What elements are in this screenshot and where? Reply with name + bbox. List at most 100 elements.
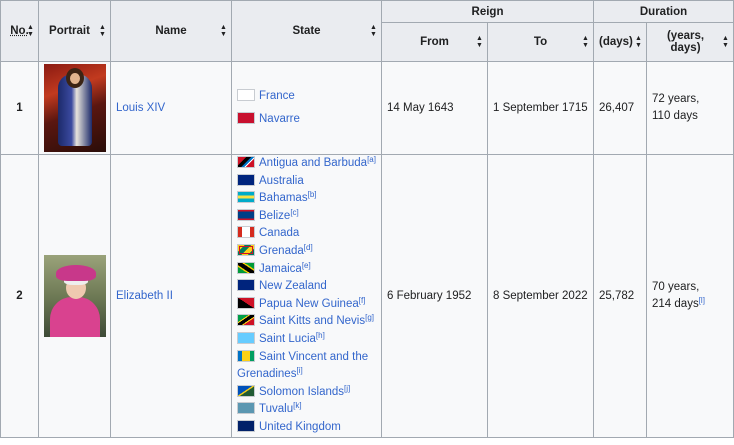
col-header-no-label: No. — [10, 25, 29, 37]
footnote-link[interactable]: [e] — [302, 261, 311, 270]
name-link-louis-xiv[interactable]: Louis XIV — [116, 102, 165, 114]
state-cell: France Navarre — [231, 61, 382, 155]
reign-from-cell: 6 February 1952 — [381, 154, 488, 438]
state-item: Canada — [237, 225, 376, 243]
col-header-state-label: State — [292, 25, 321, 37]
col-header-from-label: From — [420, 36, 449, 48]
footnote-link[interactable]: [k] — [293, 401, 301, 410]
state-item: United Kingdom — [237, 419, 376, 437]
flag-australia-icon — [237, 173, 255, 186]
flag-tuvalu-icon — [237, 402, 255, 415]
state-item: Navarre — [237, 108, 376, 131]
sort-icon[interactable]: ▲ ▼ — [27, 24, 34, 38]
footnote-link[interactable]: [h] — [316, 331, 325, 340]
state-item: Bahamas[b] — [237, 190, 376, 208]
footnote-link[interactable]: [f] — [359, 296, 366, 305]
col-header-from[interactable]: From ▲ ▼ — [381, 22, 488, 62]
duration-years-line1: 70 years, — [652, 280, 700, 293]
footnote-link[interactable]: [j] — [344, 384, 350, 393]
state-link[interactable]: France — [259, 90, 295, 102]
louis-xiv-portrait[interactable] — [44, 64, 106, 152]
flag-antigua-icon — [237, 156, 255, 168]
footnote-link[interactable]: [d] — [304, 243, 313, 252]
col-header-name[interactable]: Name ▲ ▼ — [110, 0, 232, 62]
name-cell: Elizabeth II — [110, 154, 232, 438]
header-row-1: No. ▲ ▼ Portrait ▲ ▼ Name ▲ ▼ State ▲ ▼ Reig… — [0, 0, 734, 62]
state-link[interactable]: Navarre — [259, 113, 300, 125]
duration-years-line2: 110 days — [652, 110, 698, 122]
duration-years-line2: 214 days — [652, 297, 699, 310]
footnote-link[interactable]: [i] — [296, 366, 302, 375]
flag-canada-icon — [237, 226, 255, 239]
reign-to-cell: 8 September 2022 — [486, 154, 595, 438]
duration-years-cell: 70 years, 214 days[l] — [646, 154, 734, 438]
col-header-portrait-label: Portrait — [49, 25, 90, 37]
col-header-duration-label: Duration — [639, 5, 688, 18]
state-link[interactable]: Tuvalu — [259, 403, 293, 415]
state-link[interactable]: Canada — [259, 227, 299, 239]
col-header-days[interactable]: (days) ▲ ▼ — [593, 22, 648, 62]
state-cell: Antigua and Barbuda[a] Australia Bahamas… — [231, 154, 382, 438]
footnote-link[interactable]: [b] — [308, 190, 317, 199]
flag-grenada-icon — [237, 243, 255, 256]
state-link[interactable]: Bahamas — [259, 192, 308, 204]
table-row-elizabeth-ii: 2 Elizabeth II Antigua and Barbuda[a] Au… — [0, 154, 734, 438]
portrait-cell — [38, 154, 111, 438]
state-link[interactable]: Jamaica — [259, 263, 302, 275]
sort-icon[interactable]: ▲ ▼ — [99, 24, 106, 38]
state-item: Jamaica[e] — [237, 261, 376, 279]
state-link[interactable]: Papua New Guinea — [259, 298, 359, 310]
state-link[interactable]: Antigua and Barbuda — [259, 157, 367, 169]
flag-solomon-islands-icon — [237, 384, 255, 397]
footnote-link[interactable]: [l] — [699, 296, 705, 305]
state-link[interactable]: New Zealand — [259, 280, 327, 292]
col-header-to-label: To — [533, 36, 548, 48]
state-item: Saint Vincent and the Grenadines[i] — [237, 349, 376, 384]
state-item: Belize[c] — [237, 208, 376, 226]
col-header-years-days[interactable]: (years, days) ▲ ▼ — [646, 22, 734, 62]
flag-france-royal-icon — [237, 89, 255, 101]
col-header-duration: Duration — [593, 0, 734, 23]
state-link[interactable]: Solomon Islands — [259, 386, 344, 398]
flag-belize-icon — [237, 208, 255, 221]
col-header-years-days-label-1: (years, — [666, 30, 705, 42]
state-item: Tuvalu[k] — [237, 401, 376, 419]
col-header-no[interactable]: No. ▲ ▼ — [0, 0, 39, 62]
sort-icon[interactable]: ▲ ▼ — [582, 35, 589, 49]
state-item: Saint Lucia[h] — [237, 331, 376, 349]
footnote-link[interactable]: [c] — [290, 208, 298, 217]
portrait-cell — [38, 61, 111, 155]
sort-icon[interactable]: ▲ ▼ — [370, 24, 377, 38]
sort-icon[interactable]: ▲ ▼ — [220, 24, 227, 38]
state-item: Grenada[d] — [237, 243, 376, 261]
state-link[interactable]: Saint Kitts and Nevis — [259, 315, 365, 327]
duration-days-cell: 26,407 — [593, 61, 648, 155]
state-link[interactable]: Grenada — [259, 245, 304, 257]
sort-icon[interactable]: ▲ ▼ — [722, 35, 729, 49]
reign-to-cell: 1 September 1715 — [486, 61, 595, 155]
state-link[interactable]: Saint Lucia — [259, 333, 316, 345]
name-link-elizabeth-ii[interactable]: Elizabeth II — [116, 290, 173, 302]
state-item: Antigua and Barbuda[a] — [237, 155, 376, 173]
state-link[interactable]: United Kingdom — [259, 421, 341, 433]
state-item: Australia — [237, 173, 376, 191]
footnote-link[interactable]: [g] — [365, 313, 374, 322]
flag-new-zealand-icon — [237, 279, 255, 292]
state-item: Solomon Islands[j] — [237, 384, 376, 402]
state-item: Papua New Guinea[f] — [237, 296, 376, 314]
elizabeth-ii-portrait[interactable] — [44, 254, 106, 337]
col-header-portrait[interactable]: Portrait ▲ ▼ — [38, 0, 111, 62]
col-header-to[interactable]: To ▲ ▼ — [486, 22, 595, 62]
sort-icon[interactable]: ▲ ▼ — [635, 35, 642, 49]
duration-years-line1: 72 years, — [652, 93, 700, 105]
flag-saint-vincent-icon — [237, 349, 255, 362]
row-number: 2 — [0, 154, 39, 438]
sort-icon[interactable]: ▲ ▼ — [476, 35, 483, 49]
monarchs-table: No. ▲ ▼ Portrait ▲ ▼ Name ▲ ▼ State ▲ ▼ Reig… — [0, 0, 734, 438]
duration-years-cell: 72 years, 110 days — [646, 61, 734, 155]
footnote-link[interactable]: [a] — [367, 155, 376, 164]
col-header-state[interactable]: State ▲ ▼ — [231, 0, 382, 62]
state-link[interactable]: Australia — [259, 175, 304, 187]
flag-papua-new-guinea-icon — [237, 296, 255, 309]
state-link[interactable]: Belize — [259, 210, 290, 222]
